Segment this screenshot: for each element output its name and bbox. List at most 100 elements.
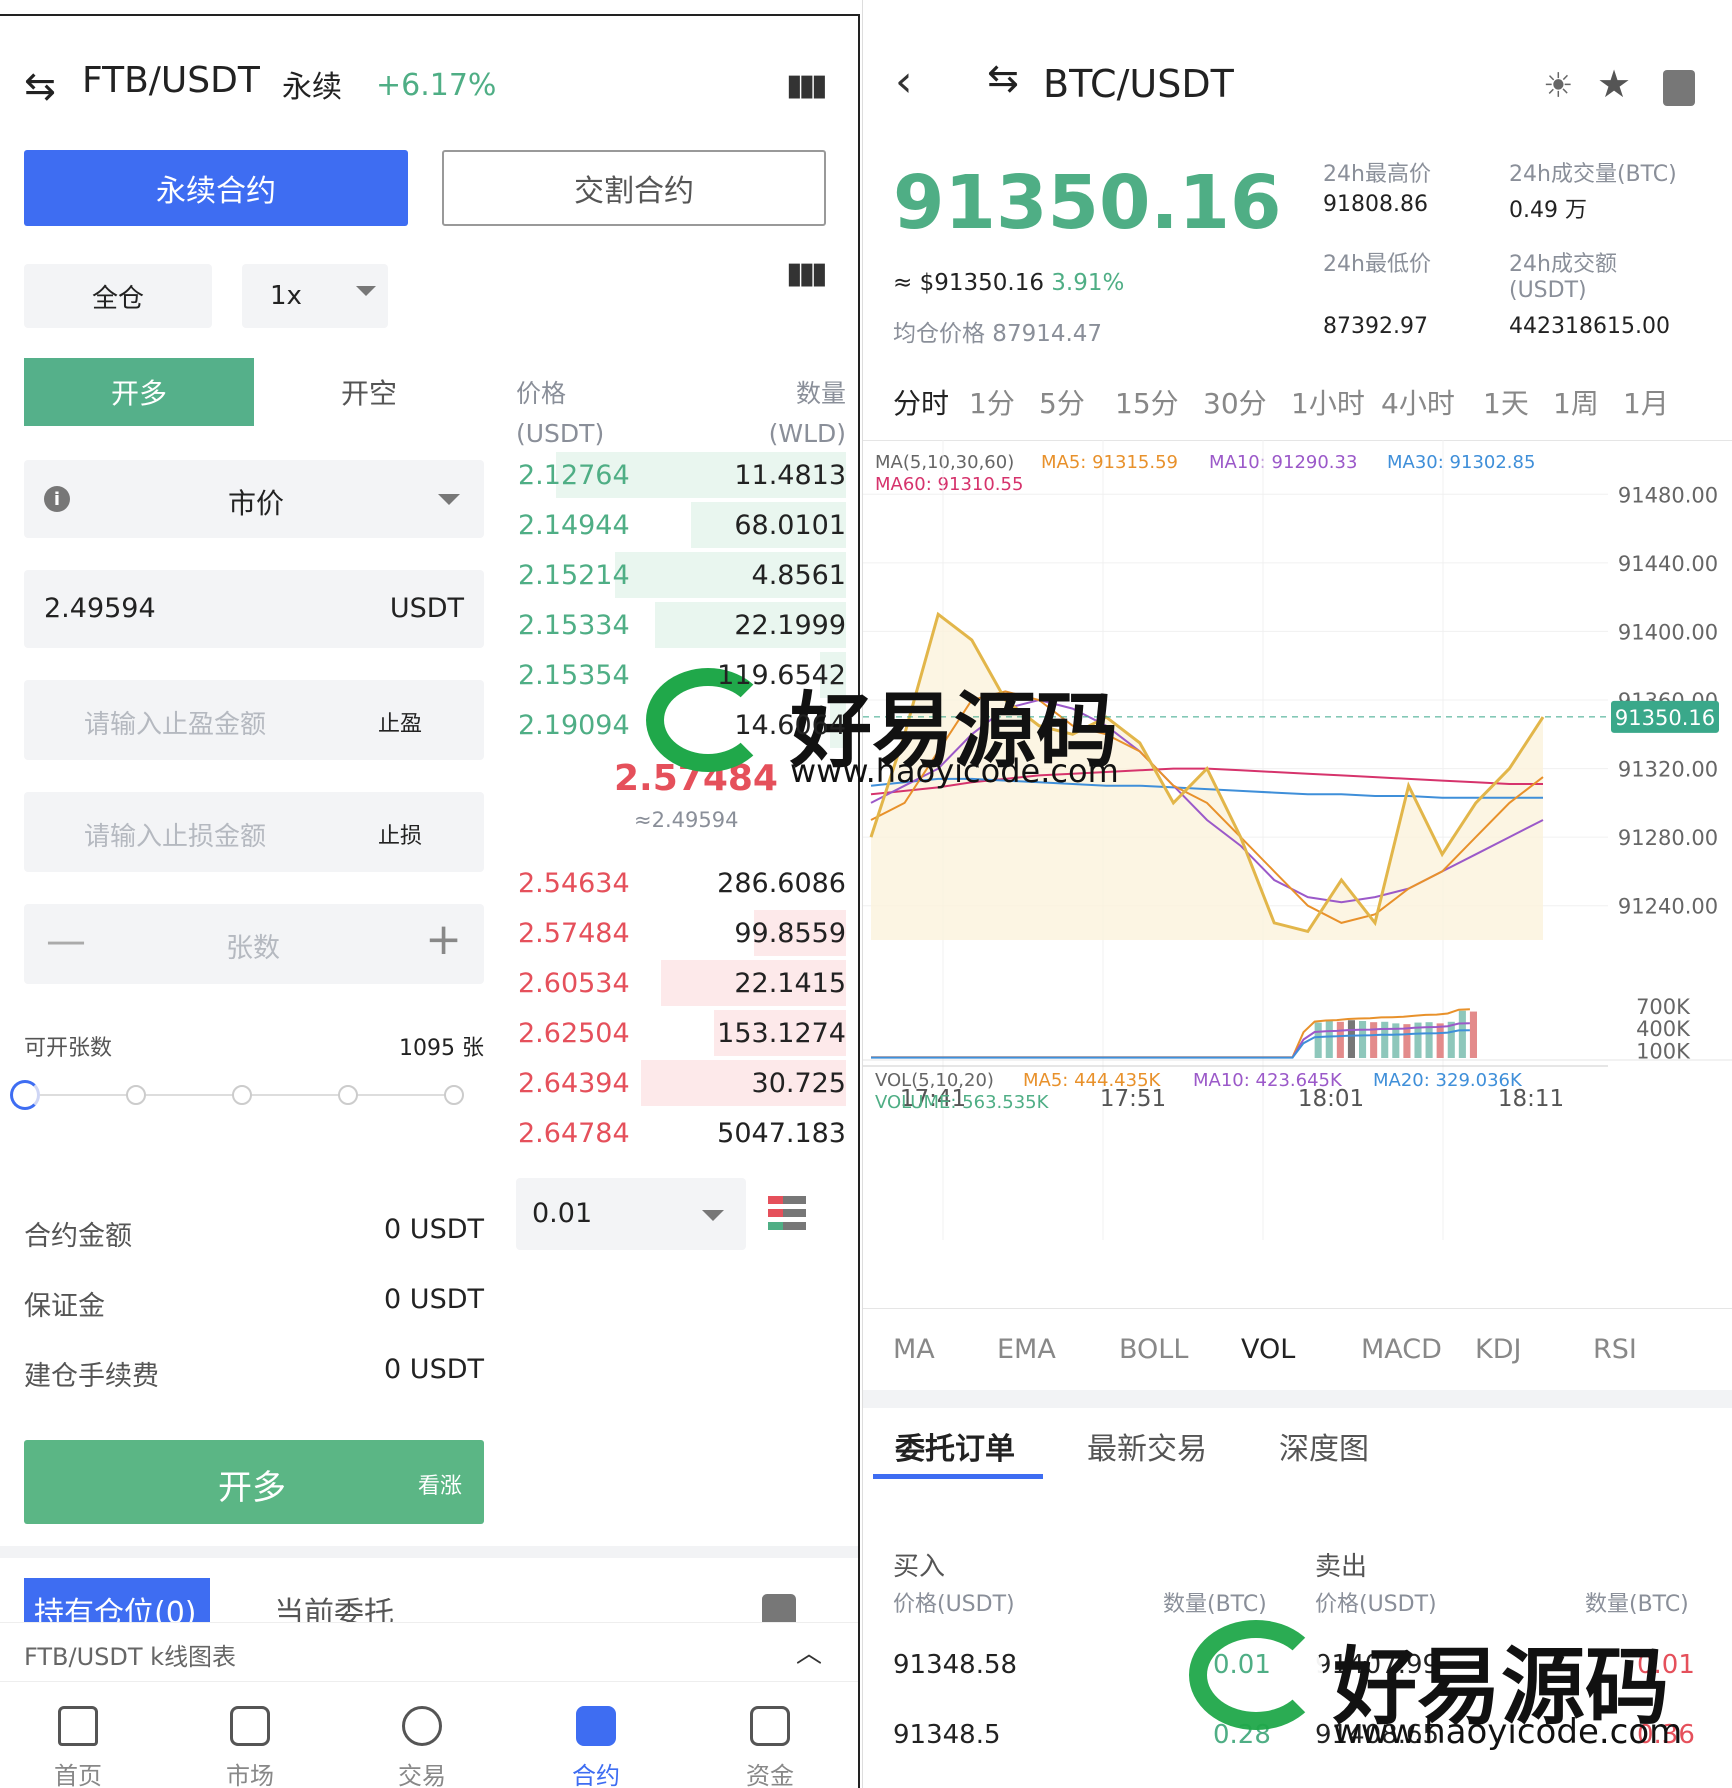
price-input[interactable]: 2.49594 USDT — [24, 570, 484, 648]
precision-select[interactable]: 0.01 — [516, 1178, 746, 1250]
tab-entrust-orders[interactable]: 委托订单 — [895, 1424, 1015, 1468]
kline-icon-2[interactable]: ▮▮▮ — [786, 256, 827, 291]
indicator-tab[interactable]: RSI — [1593, 1334, 1637, 1365]
swap-pair-icon[interactable]: ⇆ — [24, 64, 56, 108]
slider-step[interactable] — [338, 1085, 358, 1105]
volume-ma-line — [871, 1022, 1470, 1059]
nav-assets[interactable]: 资金 — [720, 1706, 820, 1788]
slider-step[interactable] — [126, 1085, 146, 1105]
tab-short[interactable]: 开空 — [254, 358, 484, 426]
ob-qty: 286.6086 — [717, 867, 846, 899]
timeframe-tab[interactable]: 4小时 — [1381, 382, 1455, 422]
tab-latest-trades[interactable]: 最新交易 — [1087, 1424, 1207, 1468]
high-label: 24h最高价 — [1323, 162, 1431, 187]
leverage-select[interactable]: 1x — [242, 264, 388, 328]
timeframe-tab[interactable]: 5分 — [1039, 382, 1085, 422]
ob-row[interactable]: 2.14944 68.0101 — [516, 500, 846, 550]
timeframe-tab[interactable]: 1周 — [1553, 382, 1599, 422]
ob-price: 2.62504 — [518, 1017, 630, 1049]
timeframe-tab[interactable]: 1小时 — [1291, 382, 1365, 422]
market-detail-panel: ‹ ⇆ BTC/USDT ☀ ★ 91350.16 ≈ $91350.16 3.… — [862, 0, 1732, 1788]
orders-icon[interactable] — [1663, 70, 1695, 106]
ob-qty-title: 数量 — [795, 379, 846, 408]
brightness-icon[interactable]: ☀ — [1543, 66, 1573, 106]
take-profit-input[interactable]: 请输入止盈金额 止盈 — [24, 680, 484, 760]
pair-title[interactable]: FTB/USDT — [82, 60, 260, 101]
pair-title[interactable]: BTC/USDT — [1043, 62, 1234, 106]
divider — [0, 1546, 858, 1558]
tab-long[interactable]: 开多 — [24, 358, 254, 426]
amt-value: 442318615.00 — [1509, 314, 1670, 339]
timeframe-tab[interactable]: 1月 — [1623, 382, 1669, 422]
y-tick-label: 91400.00 — [1618, 620, 1718, 644]
timeframe-tab[interactable]: 分时 — [893, 382, 949, 422]
ob-price: 2.12764 — [518, 459, 630, 491]
indicator-tab[interactable]: VOL — [1241, 1334, 1295, 1365]
kline-chart[interactable]: 91480.0091440.0091400.0091360.0091320.00… — [863, 440, 1732, 1260]
minus-icon[interactable]: — — [46, 918, 86, 964]
ob-qty: 119.6542 — [717, 659, 846, 691]
timeframe-tab[interactable]: 30分 — [1203, 382, 1267, 422]
ob-row[interactable]: 2.54634 286.6086 — [516, 858, 846, 908]
ob-row[interactable]: 2.15214 4.8561 — [516, 550, 846, 600]
indicator-tab[interactable]: BOLL — [1119, 1334, 1188, 1365]
available-value: 1095 张 — [399, 1036, 484, 1061]
timeframe-tab[interactable]: 1天 — [1483, 382, 1529, 422]
order-type-select[interactable]: i 市价 — [24, 460, 484, 538]
kline-bar[interactable]: FTB/USDT k线图表 ︿ — [0, 1622, 858, 1682]
vol-label: 24h成交量(BTC) — [1509, 162, 1677, 187]
swap-pair-icon[interactable]: ⇆ — [987, 56, 1019, 100]
slider-step[interactable] — [232, 1085, 252, 1105]
nav-trade-label: 交易 — [398, 1762, 446, 1788]
nav-home[interactable]: 首页 — [28, 1706, 128, 1788]
futures-trade-panel: ⇆ FTB/USDT 永续 +6.17% ▮▮▮ 永续合约 交割合约 全仓 1x… — [0, 14, 860, 1788]
ob-row[interactable]: 2.57484 99.8559 — [516, 908, 846, 958]
indicator-tab[interactable]: MA — [893, 1334, 935, 1365]
margin-mode-select[interactable]: 全仓 — [24, 264, 212, 328]
ob-row[interactable]: 2.62504 153.1274 — [516, 1008, 846, 1058]
contract-type-label: 永续 — [282, 70, 342, 105]
indicator-tab[interactable]: MACD — [1361, 1334, 1442, 1365]
plus-icon[interactable]: + — [425, 914, 462, 965]
price-change: +6.17% — [376, 68, 497, 103]
contract-amount-value: 0 USDT — [384, 1214, 484, 1245]
nav-contract[interactable]: 合约 — [546, 1706, 646, 1788]
ob-price: 2.64784 — [518, 1117, 630, 1149]
indicator-tab[interactable]: EMA — [997, 1334, 1056, 1365]
ob-row[interactable]: 2.64784 5047.183 — [516, 1108, 846, 1158]
ob-row[interactable]: 2.60534 22.1415 — [516, 958, 846, 1008]
volume-bar — [1381, 1021, 1389, 1058]
slider-step[interactable] — [444, 1085, 464, 1105]
stop-loss-input[interactable]: 请输入止损金额 止损 — [24, 792, 484, 872]
tab-delivery[interactable]: 交割合约 — [442, 150, 826, 226]
divider — [863, 1308, 1732, 1309]
low-value: 87392.97 — [1323, 314, 1428, 339]
margin-label: 保证金 — [24, 1291, 105, 1322]
ob-row[interactable]: 2.15334 22.1999 — [516, 600, 846, 650]
timeframe-tab[interactable]: 1分 — [969, 382, 1015, 422]
chevron-up-icon[interactable]: ︿ — [796, 1633, 822, 1670]
ob-qty: 5047.183 — [717, 1117, 846, 1149]
timeframe-tab[interactable]: 15分 — [1115, 382, 1179, 422]
kline-bar-title: FTB/USDT k线图表 — [24, 1643, 237, 1671]
tab-depth-chart[interactable]: 深度图 — [1279, 1424, 1369, 1468]
tab-perpetual[interactable]: 永续合约 — [24, 150, 408, 226]
high-value: 91808.86 — [1323, 192, 1428, 217]
indicator-tab[interactable]: KDJ — [1475, 1334, 1521, 1365]
nav-market[interactable]: 市场 — [200, 1706, 300, 1788]
star-icon[interactable]: ★ — [1597, 62, 1631, 106]
take-profit-label: 止盈 — [378, 712, 423, 737]
ob-row[interactable]: 2.12764 11.4813 — [516, 450, 846, 500]
nav-assets-label: 资金 — [746, 1762, 794, 1788]
orderbook-layout-icon[interactable] — [768, 1196, 806, 1230]
ob-qty: 99.8559 — [734, 917, 846, 949]
slider-handle[interactable] — [10, 1080, 40, 1110]
ob-row[interactable]: 2.64394 30.725 — [516, 1058, 846, 1108]
kline-icon[interactable]: ▮▮▮ — [786, 68, 827, 103]
ob-price-title: 价格 — [516, 379, 567, 408]
open-long-button[interactable]: 开多 看涨 — [24, 1440, 484, 1524]
quantity-stepper[interactable]: — 张数 + — [24, 904, 484, 984]
info-icon: i — [44, 486, 70, 512]
back-arrow-icon[interactable]: ‹ — [895, 56, 913, 107]
nav-trade[interactable]: 交易 — [372, 1706, 472, 1788]
